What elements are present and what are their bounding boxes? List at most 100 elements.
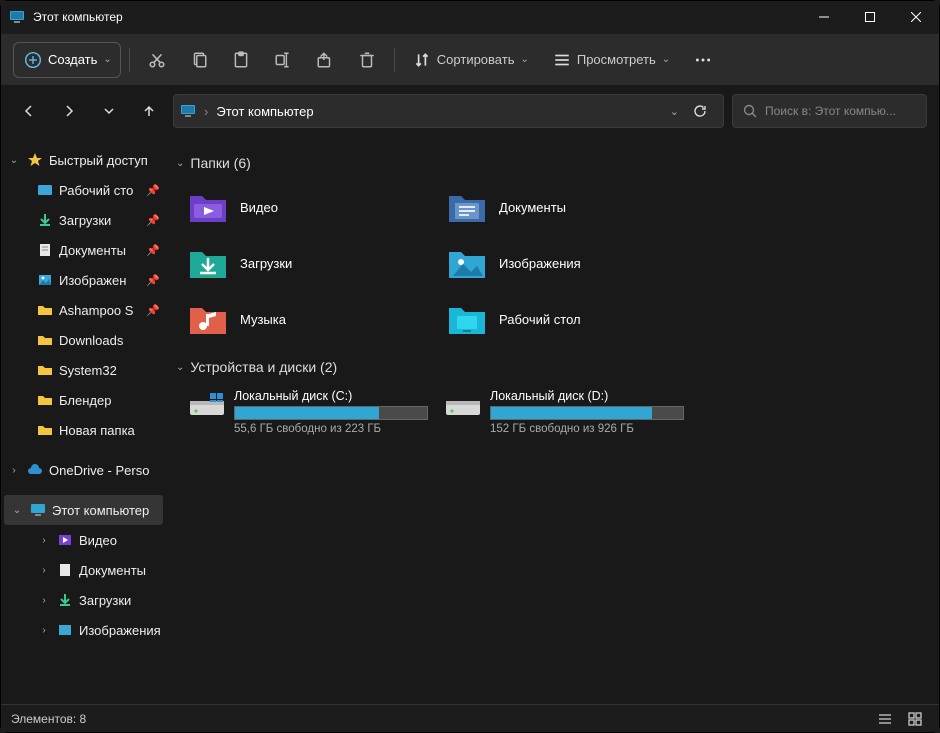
chevron-right-icon: › (7, 465, 21, 476)
toolbar: Создать ⌄ Сортировать ⌄ Просмотреть ⌄ (1, 33, 939, 85)
breadcrumb[interactable]: Этот компьютер (216, 104, 313, 119)
search-input[interactable]: Поиск в: Этот компью... (732, 94, 927, 128)
search-icon (743, 104, 757, 118)
sort-button[interactable]: Сортировать ⌄ (403, 42, 539, 78)
refresh-button[interactable] (693, 104, 717, 118)
view-icons-button[interactable] (901, 708, 929, 730)
cut-button[interactable] (138, 42, 176, 78)
item-icon (57, 532, 73, 548)
sidebar-item[interactable]: Рабочий сто📌 (1, 175, 166, 205)
window-title: Этот компьютер (33, 10, 123, 24)
folder-icon (447, 302, 487, 336)
copy-button[interactable] (180, 42, 218, 78)
sidebar-item[interactable]: › Изображения (1, 615, 166, 645)
drive-name: Локальный диск (C:) (234, 389, 428, 403)
trash-icon (358, 51, 376, 69)
sidebar-item[interactable]: Новая папка (1, 415, 166, 445)
star-icon (27, 152, 43, 168)
rename-button[interactable] (264, 42, 302, 78)
folder-item[interactable]: Видео (188, 185, 443, 229)
folder-label: Видео (240, 200, 278, 215)
folder-item[interactable]: Изображения (447, 241, 702, 285)
status-text: Элементов: 8 (11, 712, 86, 726)
folder-label: Документы (499, 200, 566, 215)
chevron-down-icon[interactable]: ⌄ (670, 105, 679, 118)
item-icon (37, 422, 53, 438)
pin-icon: 📌 (146, 274, 160, 287)
sidebar-item[interactable]: › Видео (1, 525, 166, 555)
sidebar-item[interactable]: › Документы (1, 555, 166, 585)
sidebar-item[interactable]: Блендер (1, 385, 166, 415)
forward-button[interactable] (53, 95, 85, 127)
drive-item[interactable]: Локальный диск (C:) 55,6 ГБ свободно из … (188, 389, 428, 435)
drive-name: Локальный диск (D:) (490, 389, 684, 403)
share-button[interactable] (306, 42, 344, 78)
group-folders[interactable]: ⌄ Папки (6) (174, 147, 931, 179)
drive-icon (188, 391, 226, 419)
sidebar-item[interactable]: Загрузки📌 (1, 205, 166, 235)
chevron-down-icon: ⌄ (662, 54, 670, 65)
chevron-down-icon: ⌄ (103, 54, 111, 65)
delete-button[interactable] (348, 42, 386, 78)
folder-label: Музыка (240, 312, 286, 327)
navbar: › Этот компьютер ⌄ Поиск в: Этот компью.… (1, 85, 939, 137)
cloud-icon (27, 462, 43, 478)
maximize-button[interactable] (847, 1, 893, 33)
titlebar: Этот компьютер (1, 1, 939, 33)
chevron-down-icon: ⌄ (520, 54, 528, 65)
paste-icon (232, 51, 250, 69)
close-button[interactable] (893, 1, 939, 33)
minimize-button[interactable] (801, 1, 847, 33)
folder-item[interactable]: Загрузки (188, 241, 443, 285)
back-button[interactable] (13, 95, 45, 127)
sidebar-item[interactable]: › Загрузки (1, 585, 166, 615)
view-label: Просмотреть (577, 52, 656, 67)
item-icon (37, 332, 53, 348)
address-bar[interactable]: › Этот компьютер ⌄ (173, 94, 724, 128)
item-icon (37, 212, 53, 228)
sidebar-item[interactable]: Изображен📌 (1, 265, 166, 295)
rename-icon (274, 51, 292, 69)
sidebar: ⌄ Быстрый доступ Рабочий сто📌 Загрузки📌 … (1, 137, 166, 705)
chevron-right-icon: › (37, 595, 51, 606)
this-pc-icon (30, 502, 46, 518)
new-button[interactable]: Создать ⌄ (13, 42, 121, 78)
more-icon (694, 51, 712, 69)
drive-free-text: 152 ГБ свободно из 926 ГБ (490, 423, 684, 435)
item-icon (37, 302, 53, 318)
chevron-down-icon: ⌄ (10, 505, 24, 516)
drive-usage-bar (234, 406, 428, 420)
item-icon (57, 622, 73, 638)
this-pc-icon (180, 103, 196, 119)
folder-icon (447, 246, 487, 280)
item-icon (37, 272, 53, 288)
sidebar-item[interactable]: Документы📌 (1, 235, 166, 265)
view-button[interactable]: Просмотреть ⌄ (543, 42, 680, 78)
chevron-down-icon: ⌄ (176, 158, 184, 169)
more-button[interactable] (684, 42, 722, 78)
folder-item[interactable]: Рабочий стол (447, 297, 702, 341)
sidebar-item[interactable]: Ashampoo S📌 (1, 295, 166, 325)
status-bar: Элементов: 8 (1, 704, 939, 732)
folder-icon (188, 302, 228, 336)
group-drives[interactable]: ⌄ Устройства и диски (2) (174, 351, 931, 383)
chevron-right-icon: › (204, 104, 208, 119)
sidebar-quick-access[interactable]: ⌄ Быстрый доступ (1, 145, 166, 175)
paste-button[interactable] (222, 42, 260, 78)
sidebar-item[interactable]: System32 (1, 355, 166, 385)
sidebar-onedrive[interactable]: › OneDrive - Perso (1, 455, 166, 485)
folder-item[interactable]: Музыка (188, 297, 443, 341)
sort-icon (413, 51, 431, 69)
drive-free-text: 55,6 ГБ свободно из 223 ГБ (234, 423, 428, 435)
sidebar-this-pc[interactable]: ⌄ Этот компьютер (4, 495, 163, 525)
view-details-button[interactable] (871, 708, 899, 730)
folder-item[interactable]: Документы (447, 185, 702, 229)
sidebar-item[interactable]: Downloads (1, 325, 166, 355)
new-label: Создать (48, 52, 97, 67)
chevron-right-icon: › (37, 625, 51, 636)
recent-button[interactable] (93, 95, 125, 127)
drive-item[interactable]: Локальный диск (D:) 152 ГБ свободно из 9… (444, 389, 684, 435)
up-button[interactable] (133, 95, 165, 127)
plus-icon (24, 51, 42, 69)
chevron-down-icon: ⌄ (7, 155, 21, 166)
